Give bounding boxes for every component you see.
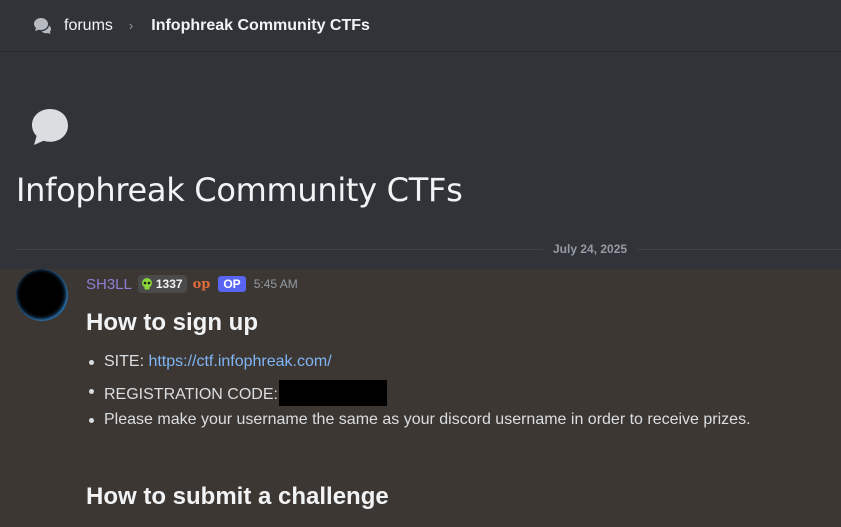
heading-submit-challenge: How to submit a challenge <box>86 483 389 510</box>
date-label: July 24, 2025 <box>543 242 638 256</box>
heading-sign-up: How to sign up <box>86 309 258 336</box>
role-icon[interactable]: op <box>193 277 211 292</box>
list-item: REGISTRATION CODE: <box>89 380 751 409</box>
skull-icon <box>141 278 152 290</box>
site-label: SITE: <box>104 353 149 370</box>
breadcrumb-forums[interactable]: forums <box>64 17 113 35</box>
username-note: Please make your username the same as yo… <box>104 411 751 428</box>
message: SH3LL 1337 op OP 5:45 AM How to sign up … <box>0 269 841 527</box>
timestamp[interactable]: 5:45 AM <box>254 277 298 291</box>
breadcrumb-title: Infophreak Community CTFs <box>151 16 370 34</box>
list-item: Please make your username the same as yo… <box>89 409 751 438</box>
message-header: SH3LL 1337 op OP 5:45 AM <box>86 275 298 293</box>
list-item: SITE: https://ctf.infophreak.com/ <box>89 351 751 380</box>
clan-tag[interactable]: 1337 <box>137 275 187 293</box>
thread-header: Infophreak Community CTFs July 24, 2025 <box>0 53 841 269</box>
op-badge: OP <box>218 276 246 292</box>
page-title: Infophreak Community CTFs <box>16 171 463 209</box>
top-bar: forums › Infophreak Community CTFs <box>0 0 841 52</box>
date-divider <box>16 249 841 250</box>
signup-list: SITE: https://ctf.infophreak.com/ REGIST… <box>89 351 751 438</box>
forum-icon <box>34 17 51 34</box>
username[interactable]: SH3LL <box>86 276 132 293</box>
clan-tag-label: 1337 <box>155 277 183 291</box>
chevron-right-icon: › <box>128 18 134 33</box>
avatar[interactable] <box>16 269 68 321</box>
registration-label: REGISTRATION CODE: <box>104 386 278 403</box>
site-link[interactable]: https://ctf.infophreak.com/ <box>148 353 331 370</box>
spoiler-registration-code[interactable] <box>278 380 387 406</box>
speech-bubble-icon <box>32 109 68 145</box>
